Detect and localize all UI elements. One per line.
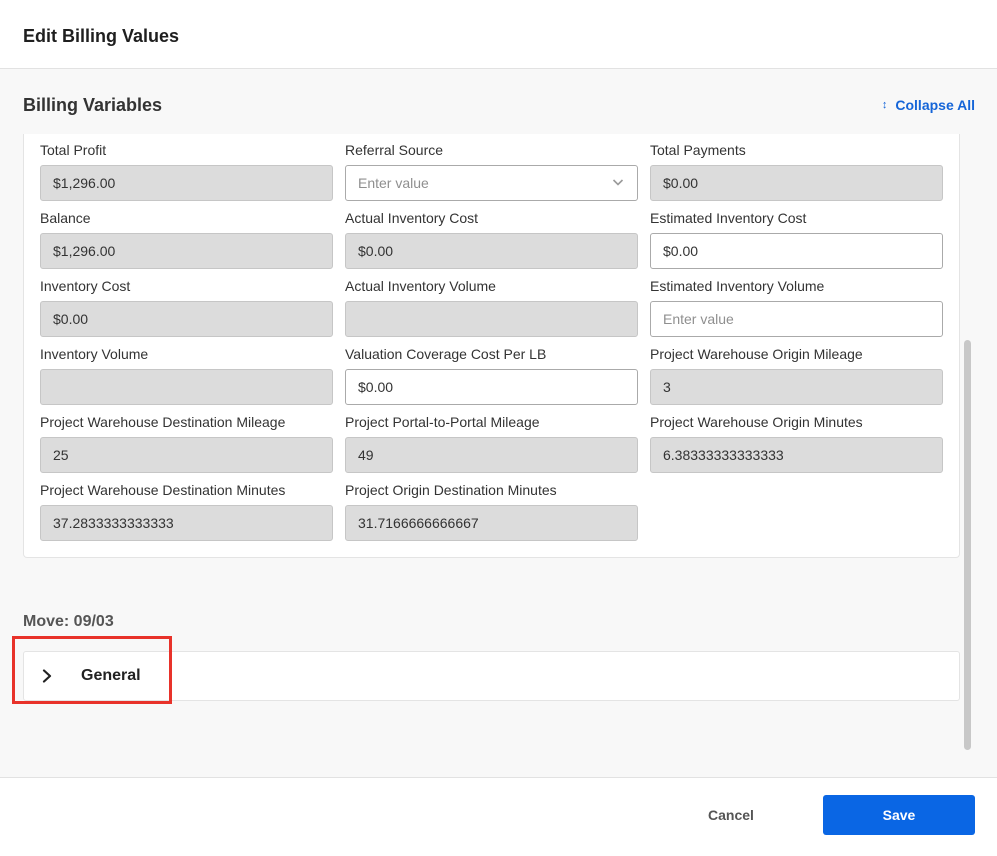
field-valuation-coverage-cost-per-lb: Valuation Coverage Cost Per LB $0.00 [345,346,638,414]
total-payments-input: $0.00 [650,165,943,201]
field-project-warehouse-origin-minutes: Project Warehouse Origin Minutes 6.383333… [650,414,943,482]
field-label: Project Warehouse Origin Minutes [650,414,863,430]
inventory-cost-input: $0.00 [40,301,333,337]
field-label: Project Origin Destination Minutes [345,482,557,498]
field-value: $0.00 [53,311,89,327]
field-value: $0.00 [358,379,394,395]
field-label: Balance [40,210,91,226]
field-project-origin-destination-minutes: Project Origin Destination Minutes 31.716… [345,482,638,550]
modal-header: Edit Billing Values [0,0,997,69]
field-project-warehouse-origin-mileage: Project Warehouse Origin Mileage 3 [650,346,943,414]
billing-variables-panel: Total Profit $1,296.00 Referral Source Ente… [23,134,960,558]
project-portal-to-portal-mileage-input: 49 [345,437,638,473]
field-total-profit: Total Profit $1,296.00 [40,142,333,210]
field-estimated-inventory-cost: Estimated Inventory Cost $0.00 [650,210,943,278]
field-label: Valuation Coverage Cost Per LB [345,346,547,362]
actual-inventory-cost-input: $0.00 [345,233,638,269]
field-label: Actual Inventory Cost [345,210,479,226]
modal-body[interactable]: Billing Variables ↕ Collapse All Total P… [0,69,997,777]
field-inventory-cost: Inventory Cost $0.00 [40,278,333,346]
field-label: Inventory Cost [40,278,131,294]
balance-input: $1,296.00 [40,233,333,269]
field-estimated-inventory-volume: Estimated Inventory Volume Enter value [650,278,943,346]
field-actual-inventory-cost: Actual Inventory Cost $0.00 [345,210,638,278]
save-button[interactable]: Save [823,795,975,835]
field-value: 3 [663,379,671,395]
chevron-right-icon [42,669,52,683]
move-title: Move: 09/03 [23,613,114,630]
field-project-warehouse-destination-mileage: Project Warehouse Destination Mileage 25 [40,414,333,482]
field-value: $0.00 [663,175,699,191]
field-label: Estimated Inventory Cost [650,210,807,226]
scrollbar-thumb[interactable] [964,340,971,750]
estimated-inventory-cost-input[interactable]: $0.00 [650,233,943,269]
collapse-arrows-icon: ↕ [881,98,888,111]
field-value: $1,296.00 [53,175,116,191]
field-label: Inventory Volume [40,346,149,362]
field-total-payments: Total Payments $0.00 [650,142,943,210]
project-origin-destination-minutes-input: 31.7166666666667 [345,505,638,541]
project-warehouse-destination-mileage-input: 25 [40,437,333,473]
field-balance: Balance $1,296.00 [40,210,333,278]
valuation-coverage-cost-per-lb-input[interactable]: $0.00 [345,369,638,405]
total-profit-input: $1,296.00 [40,165,333,201]
field-value: 25 [53,447,69,463]
field-value: 31.7166666666667 [358,515,479,531]
field-value: 49 [358,447,374,463]
chevron-down-icon [612,179,624,186]
field-value: $0.00 [663,243,699,259]
field-value: $1,296.00 [53,243,116,259]
general-accordion-label: General [81,667,141,684]
field-project-warehouse-destination-minutes: Project Warehouse Destination Minutes 37.… [40,482,333,550]
modal-title: Edit Billing Values [23,26,180,46]
field-label: Referral Source [345,142,444,158]
field-label: Actual Inventory Volume [345,278,496,294]
field-referral-source: Referral Source Enter value [345,142,638,210]
field-value: 6.38333333333333 [663,447,784,463]
field-label: Project Warehouse Destination Minutes [40,482,286,498]
field-project-portal-to-portal-mileage: Project Portal-to-Portal Mileage 49 [345,414,638,482]
field-value: $0.00 [358,243,394,259]
field-label: Total Payments [650,142,746,158]
field-actual-inventory-volume: Actual Inventory Volume [345,278,638,346]
project-warehouse-origin-minutes-input: 6.38333333333333 [650,437,943,473]
section-title: Billing Variables [23,95,163,115]
field-inventory-volume: Inventory Volume [40,346,333,414]
field-label: Project Portal-to-Portal Mileage [345,414,540,430]
billing-fields-grid: Total Profit $1,296.00 Referral Source Ente… [40,142,943,550]
referral-source-select[interactable]: Enter value [345,165,638,201]
field-label: Estimated Inventory Volume [650,278,825,294]
field-placeholder: Enter value [663,311,734,327]
collapse-all-button[interactable]: ↕ Collapse All [882,97,975,113]
inventory-volume-input [40,369,333,405]
field-label: Project Warehouse Origin Mileage [650,346,863,362]
project-warehouse-origin-mileage-input: 3 [650,369,943,405]
project-warehouse-destination-minutes-input: 37.2833333333333 [40,505,333,541]
field-label: Total Profit [40,142,107,158]
field-placeholder: Enter value [358,175,429,191]
estimated-inventory-volume-input[interactable]: Enter value [650,301,943,337]
actual-inventory-volume-input [345,301,638,337]
field-value: 37.2833333333333 [53,515,174,531]
cancel-button[interactable]: Cancel [690,795,772,835]
general-accordion[interactable]: General [23,651,960,701]
modal-footer: Cancel Save [0,777,997,856]
collapse-all-label: Collapse All [895,97,975,113]
field-label: Project Warehouse Destination Mileage [40,414,286,430]
